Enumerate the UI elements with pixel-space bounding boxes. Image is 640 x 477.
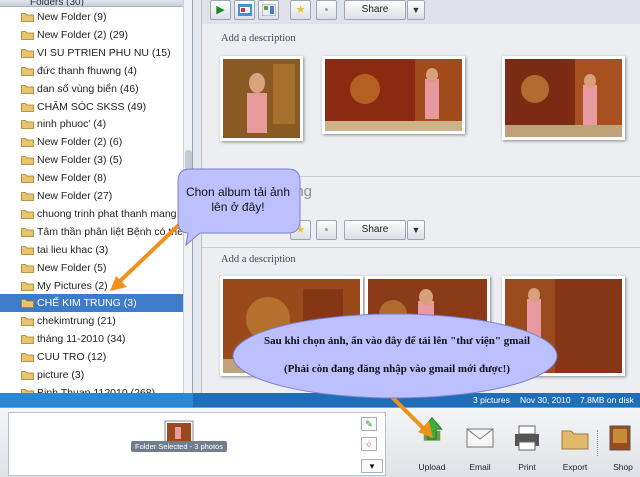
album-callout-arrow xyxy=(110,220,184,291)
upload-callout-text-1: Sau khi chọn ảnh, ấn vào đây để tải lên … xyxy=(263,335,531,347)
annotation-overlay xyxy=(110,168,558,438)
upload-callout-bubble xyxy=(232,313,558,399)
album-callout-text: Chon album tải ảnh lên ở đây! xyxy=(185,185,291,214)
upload-callout-text-2: (Phải còn đang đăng nhập vào gmail mới đ… xyxy=(284,363,510,375)
